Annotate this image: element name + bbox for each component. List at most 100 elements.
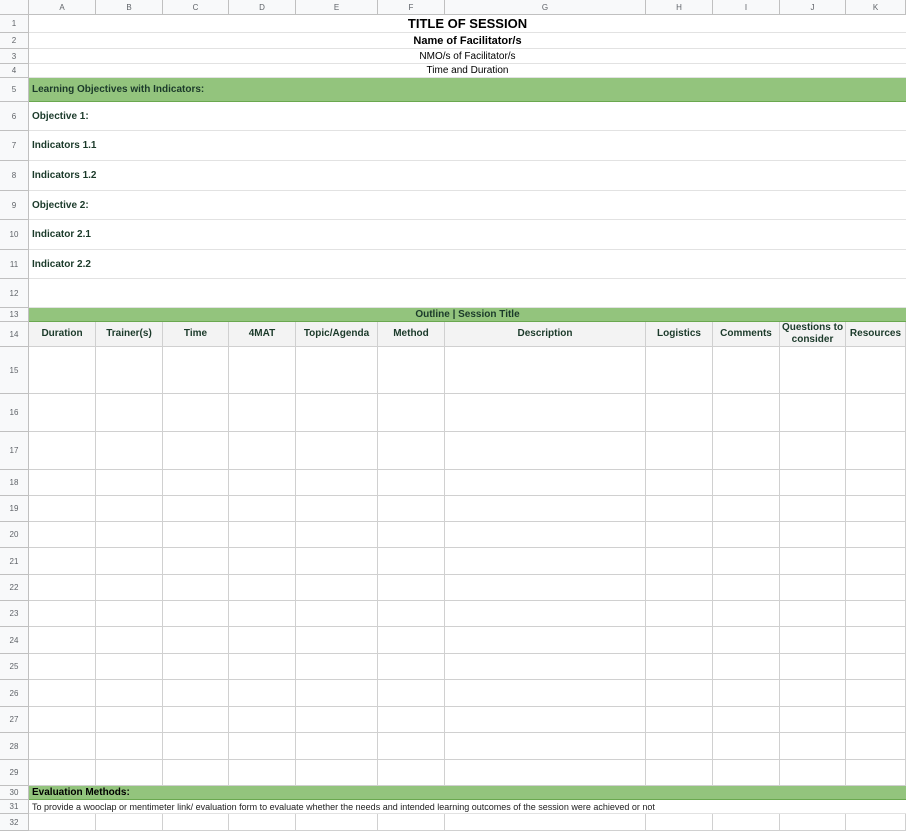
- empty-cell[interactable]: [96, 814, 163, 831]
- outline-grid-cell[interactable]: [229, 470, 296, 496]
- outline-grid-cell[interactable]: [445, 601, 646, 627]
- outline-column-header[interactable]: Resources: [846, 322, 906, 347]
- outline-grid-cell[interactable]: [445, 522, 646, 548]
- outline-column-header[interactable]: Questions to consider: [780, 322, 846, 347]
- empty-cell[interactable]: [713, 814, 780, 831]
- outline-grid-cell[interactable]: [29, 470, 96, 496]
- outline-grid-cell[interactable]: [846, 548, 906, 575]
- objectives-section-band[interactable]: Learning Objectives with Indicators:: [29, 78, 906, 102]
- empty-cell[interactable]: [378, 814, 445, 831]
- row-header[interactable]: 4: [0, 64, 29, 78]
- outline-grid-cell[interactable]: [445, 470, 646, 496]
- outline-grid-cell[interactable]: [96, 548, 163, 575]
- outline-grid-cell[interactable]: [713, 394, 780, 432]
- outline-grid-cell[interactable]: [296, 496, 378, 522]
- outline-grid-cell[interactable]: [646, 575, 713, 601]
- row-header[interactable]: 19: [0, 496, 29, 522]
- outline-grid-cell[interactable]: [713, 575, 780, 601]
- outline-grid-cell[interactable]: [163, 347, 229, 394]
- outline-grid-cell[interactable]: [780, 654, 846, 680]
- objective-row[interactable]: Indicators 1.2: [29, 161, 906, 191]
- row-header[interactable]: 28: [0, 733, 29, 760]
- outline-grid-cell[interactable]: [646, 548, 713, 575]
- outline-grid-cell[interactable]: [96, 522, 163, 548]
- outline-grid-cell[interactable]: [229, 394, 296, 432]
- empty-cell[interactable]: [846, 814, 906, 831]
- outline-grid-cell[interactable]: [96, 394, 163, 432]
- outline-grid-cell[interactable]: [229, 522, 296, 548]
- objective-row[interactable]: Indicators 1.1: [29, 131, 906, 161]
- outline-grid-cell[interactable]: [378, 347, 445, 394]
- outline-grid-cell[interactable]: [163, 432, 229, 470]
- outline-grid-cell[interactable]: [445, 548, 646, 575]
- outline-grid-cell[interactable]: [229, 548, 296, 575]
- row-header[interactable]: 32: [0, 814, 29, 831]
- outline-grid-cell[interactable]: [229, 347, 296, 394]
- column-header[interactable]: H: [646, 0, 713, 15]
- outline-grid-cell[interactable]: [229, 707, 296, 733]
- outline-grid-cell[interactable]: [378, 394, 445, 432]
- outline-grid-cell[interactable]: [29, 548, 96, 575]
- row-header[interactable]: 25: [0, 654, 29, 680]
- row-header[interactable]: 21: [0, 548, 29, 575]
- outline-grid-cell[interactable]: [96, 496, 163, 522]
- outline-grid-cell[interactable]: [780, 601, 846, 627]
- outline-grid-cell[interactable]: [96, 470, 163, 496]
- outline-grid-cell[interactable]: [445, 496, 646, 522]
- objective-row[interactable]: Indicator 2.2: [29, 250, 906, 279]
- outline-grid-cell[interactable]: [780, 627, 846, 654]
- row-header[interactable]: 27: [0, 707, 29, 733]
- outline-grid-cell[interactable]: [163, 575, 229, 601]
- row-header[interactable]: 9: [0, 191, 29, 220]
- outline-grid-cell[interactable]: [229, 432, 296, 470]
- outline-grid-cell[interactable]: [229, 601, 296, 627]
- outline-grid-cell[interactable]: [296, 627, 378, 654]
- outline-grid-cell[interactable]: [846, 760, 906, 786]
- facilitator-name-cell[interactable]: Name of Facilitator/s: [29, 33, 906, 49]
- column-header[interactable]: K: [846, 0, 906, 15]
- column-header[interactable]: D: [229, 0, 296, 15]
- outline-grid-cell[interactable]: [296, 707, 378, 733]
- outline-grid-cell[interactable]: [646, 680, 713, 707]
- outline-column-header[interactable]: Topic/Agenda: [296, 322, 378, 347]
- outline-grid-cell[interactable]: [229, 733, 296, 760]
- outline-grid-cell[interactable]: [780, 575, 846, 601]
- outline-grid-cell[interactable]: [296, 760, 378, 786]
- outline-grid-cell[interactable]: [296, 432, 378, 470]
- outline-grid-cell[interactable]: [378, 575, 445, 601]
- outline-grid-cell[interactable]: [780, 470, 846, 496]
- outline-grid-cell[interactable]: [846, 496, 906, 522]
- outline-grid-cell[interactable]: [646, 707, 713, 733]
- row-header[interactable]: 23: [0, 601, 29, 627]
- outline-grid-cell[interactable]: [163, 627, 229, 654]
- outline-grid-cell[interactable]: [445, 627, 646, 654]
- outline-grid-cell[interactable]: [29, 522, 96, 548]
- empty-cell[interactable]: [29, 814, 96, 831]
- outline-grid-cell[interactable]: [296, 522, 378, 548]
- outline-grid-cell[interactable]: [846, 601, 906, 627]
- empty-cell[interactable]: [646, 814, 713, 831]
- column-header[interactable]: F: [378, 0, 445, 15]
- row-header[interactable]: 14: [0, 322, 29, 347]
- outline-grid-cell[interactable]: [29, 654, 96, 680]
- column-header[interactable]: E: [296, 0, 378, 15]
- outline-grid-cell[interactable]: [846, 680, 906, 707]
- outline-grid-cell[interactable]: [646, 496, 713, 522]
- row-header[interactable]: 22: [0, 575, 29, 601]
- outline-grid-cell[interactable]: [163, 733, 229, 760]
- empty-cell[interactable]: [163, 814, 229, 831]
- column-header[interactable]: G: [445, 0, 646, 15]
- outline-column-header[interactable]: Time: [163, 322, 229, 347]
- outline-grid-cell[interactable]: [780, 733, 846, 760]
- evaluation-band[interactable]: Evaluation Methods:: [29, 786, 906, 800]
- outline-grid-cell[interactable]: [445, 707, 646, 733]
- outline-grid-cell[interactable]: [713, 522, 780, 548]
- objective-row[interactable]: Objective 2:: [29, 191, 906, 220]
- row-header[interactable]: 26: [0, 680, 29, 707]
- outline-column-header[interactable]: 4MAT: [229, 322, 296, 347]
- outline-column-header[interactable]: Logistics: [646, 322, 713, 347]
- outline-grid-cell[interactable]: [713, 654, 780, 680]
- outline-grid-cell[interactable]: [29, 760, 96, 786]
- outline-grid-cell[interactable]: [378, 601, 445, 627]
- outline-grid-cell[interactable]: [445, 733, 646, 760]
